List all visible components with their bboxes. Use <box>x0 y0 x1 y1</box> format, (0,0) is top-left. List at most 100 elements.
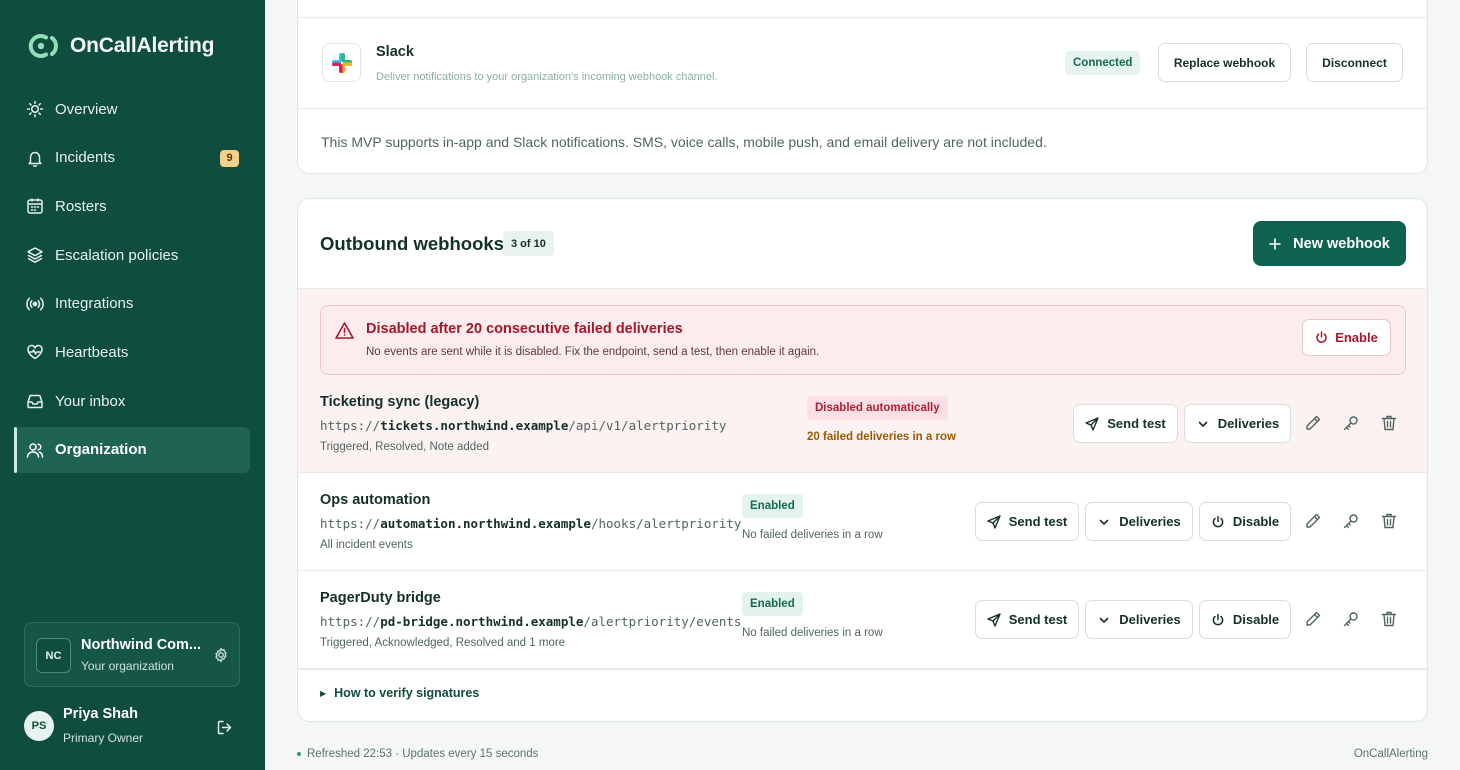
divider <box>298 668 1427 670</box>
user-name: Priya Shah <box>63 706 138 722</box>
sidebar-item-rosters[interactable]: Rosters <box>14 183 250 229</box>
disable-label: Disable <box>1232 514 1280 529</box>
replace-webhook-button[interactable]: Replace webhook <box>1158 43 1291 82</box>
sidebar-item-integrations[interactable]: Integrations <box>14 281 250 327</box>
key-icon[interactable] <box>1342 512 1360 530</box>
webhook-url: https://tickets.northwind.example/api/v1… <box>320 418 727 433</box>
send-icon <box>987 514 1001 529</box>
disabled-alert: Disabled after 20 consecutive failed del… <box>320 305 1406 375</box>
sidebar-item-escalation-policies[interactable]: Escalation policies <box>14 232 250 278</box>
send-test-button[interactable]: Send test <box>975 600 1079 639</box>
heart-pulse-icon <box>27 345 43 360</box>
refresh-status: Refreshed 22:53 · Updates every 15 secon… <box>297 748 538 760</box>
webhook-name: Ticketing sync (legacy) <box>320 394 480 410</box>
deliveries-label: Deliveries <box>1119 514 1181 529</box>
alert-description: No events are sent while it is disabled.… <box>366 346 820 358</box>
key-icon[interactable] <box>1342 414 1360 432</box>
chevron-down-icon <box>1099 617 1109 623</box>
webhook-events: All incident events <box>320 539 413 551</box>
new-webhook-label: New webhook <box>1293 235 1390 252</box>
failure-count: No failed deliveries in a row <box>742 529 883 541</box>
webhook-count-badge: 3 of 10 <box>503 231 554 256</box>
trash-icon[interactable] <box>1380 414 1398 432</box>
verify-signatures-toggle[interactable]: ▶ How to verify signatures <box>320 686 479 700</box>
pencil-icon[interactable] <box>1304 414 1322 432</box>
slack-title: Slack <box>376 44 414 60</box>
pencil-icon[interactable] <box>1304 512 1322 530</box>
disable-label: Disable <box>1232 612 1280 627</box>
send-test-button[interactable]: Send test <box>1073 404 1178 443</box>
enable-button[interactable]: Enable <box>1302 319 1391 356</box>
sidebar-item-label: Organization <box>55 441 147 459</box>
deliveries-label: Deliveries <box>1217 416 1280 431</box>
power-icon <box>1316 331 1327 343</box>
sidebar-item-label: Your inbox <box>55 392 126 410</box>
send-test-label: Send test <box>1107 416 1166 431</box>
webhook-row: PagerDuty bridge https://pd-bridge.north… <box>298 570 1427 668</box>
trash-icon[interactable] <box>1380 610 1398 628</box>
webhook-url: https://automation.northwind.example/hoo… <box>320 516 742 531</box>
live-dot-icon <box>297 752 301 756</box>
sidebar: OnCallAlerting Overview Incidents 9 Rost… <box>0 0 265 770</box>
caret-right-icon: ▶ <box>320 688 327 698</box>
status-badge: Disabled automatically <box>807 396 948 420</box>
chevron-down-icon <box>1099 519 1109 525</box>
alert-title: Disabled after 20 consecutive failed del… <box>366 321 683 337</box>
bell-icon <box>28 151 42 167</box>
deliveries-button[interactable]: Deliveries <box>1085 600 1193 639</box>
disconnect-button[interactable]: Disconnect <box>1306 43 1403 82</box>
org-name: Northwind Com... <box>81 637 202 653</box>
organization-switcher[interactable]: NC Northwind Com... Your organization <box>24 622 240 687</box>
deliveries-button[interactable]: Deliveries <box>1184 404 1291 443</box>
broadcast-icon <box>26 297 44 311</box>
key-icon[interactable] <box>1342 610 1360 628</box>
gear-icon[interactable] <box>213 647 229 663</box>
disable-button[interactable]: Disable <box>1199 600 1291 639</box>
plus-icon <box>1269 237 1281 250</box>
slack-logo-icon <box>322 43 361 82</box>
app-name: OnCallAlerting <box>70 34 215 57</box>
disable-button[interactable]: Disable <box>1199 502 1291 541</box>
sidebar-item-overview[interactable]: Overview <box>14 86 250 132</box>
webhook-name: PagerDuty bridge <box>320 590 441 606</box>
brand[interactable]: OnCallAlerting <box>26 32 214 60</box>
slack-integration-card: Slack Deliver notifications to your orga… <box>297 0 1428 174</box>
failure-count: No failed deliveries in a row <box>742 627 883 639</box>
webhook-name: Ops automation <box>320 492 431 508</box>
webhook-events: Triggered, Resolved, Note added <box>320 441 489 453</box>
send-test-button[interactable]: Send test <box>975 502 1079 541</box>
sidebar-item-heartbeats[interactable]: Heartbeats <box>14 329 250 375</box>
sidebar-item-label: Escalation policies <box>55 246 179 264</box>
deliveries-button[interactable]: Deliveries <box>1085 502 1193 541</box>
webhook-row: Ops automation https://automation.northw… <box>298 472 1427 570</box>
sidebar-nav: Overview Incidents 9 Rosters Escalation … <box>14 86 250 476</box>
send-test-label: Send test <box>1008 514 1068 529</box>
sidebar-item-label: Incidents <box>55 149 116 167</box>
trash-icon[interactable] <box>1380 512 1398 530</box>
send-icon <box>1085 416 1099 431</box>
webhook-url: https://pd-bridge.northwind.example/aler… <box>320 614 742 629</box>
footer-brand: OnCallAlerting <box>1353 748 1428 760</box>
user-role: Primary Owner <box>63 731 144 745</box>
status-badge: Enabled <box>742 592 803 616</box>
failure-count: 20 failed deliveries in a row <box>807 431 956 443</box>
sidebar-item-incidents[interactable]: Incidents 9 <box>14 135 250 181</box>
sidebar-item-your-inbox[interactable]: Your inbox <box>14 378 250 424</box>
sidebar-item-label: Overview <box>55 100 118 118</box>
warning-triangle-icon <box>335 322 354 339</box>
layers-icon <box>27 247 43 264</box>
new-webhook-button[interactable]: New webhook <box>1253 221 1406 266</box>
section-title: Outbound webhooks <box>320 233 504 254</box>
logout-icon[interactable] <box>216 719 233 736</box>
status-badge: Connected <box>1065 51 1141 75</box>
send-test-label: Send test <box>1008 612 1068 627</box>
sidebar-item-organization[interactable]: Organization <box>14 426 250 473</box>
pencil-icon[interactable] <box>1304 610 1322 628</box>
org-avatar: NC <box>36 638 71 673</box>
avatar: PS <box>24 711 54 741</box>
power-icon <box>1212 515 1224 527</box>
org-subtitle: Your organization <box>81 659 174 673</box>
verify-signatures-label: How to verify signatures <box>334 686 480 700</box>
user-profile[interactable]: PS Priya Shah Primary Owner <box>24 700 240 752</box>
mvp-note: This MVP supports in-app and Slack notif… <box>321 134 1047 150</box>
